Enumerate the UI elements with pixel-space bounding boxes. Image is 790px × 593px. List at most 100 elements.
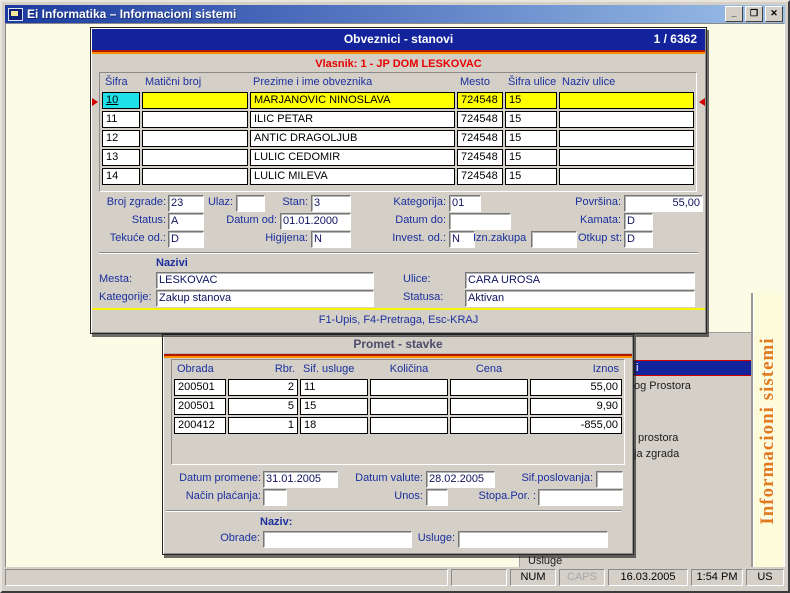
- tekuce-od-field[interactable]: D: [168, 231, 204, 248]
- obrade-field[interactable]: [263, 531, 412, 548]
- table-cell[interactable]: 11: [300, 379, 368, 396]
- minimize-icon[interactable]: _: [725, 6, 743, 22]
- table-cell[interactable]: 9,90: [530, 398, 622, 415]
- statusa-field[interactable]: Aktivan: [465, 290, 695, 307]
- table-row[interactable]: 200501211 55,00: [174, 379, 622, 396]
- datum-valute-field[interactable]: 28.02.2005: [426, 471, 495, 488]
- table-cell[interactable]: [370, 379, 448, 396]
- table-cell[interactable]: 15: [505, 92, 557, 109]
- table-cell[interactable]: 15: [505, 130, 557, 147]
- table-cell[interactable]: 11: [102, 111, 140, 128]
- table-cell[interactable]: 1: [228, 417, 298, 434]
- table-cell[interactable]: MARJANOVIC NINOSLAVA: [250, 92, 455, 109]
- table-row[interactable]: 12 ANTIC DRAGOLJUB72454815: [102, 130, 694, 147]
- table-cell[interactable]: [142, 92, 248, 109]
- column-header[interactable]: Obrada: [174, 362, 226, 377]
- table-cell[interactable]: 15: [505, 149, 557, 166]
- table-cell[interactable]: 55,00: [530, 379, 622, 396]
- table-cell[interactable]: [450, 417, 528, 434]
- column-header[interactable]: Šifra: [102, 75, 140, 90]
- datum-promene-field[interactable]: 31.01.2005: [263, 471, 338, 488]
- table-row[interactable]: 10 MARJANOVIC NINOSLAVA72454815: [102, 92, 694, 109]
- table-cell[interactable]: 724548: [457, 168, 503, 185]
- table-row[interactable]: 200501515 9,90: [174, 398, 622, 415]
- status-field[interactable]: A: [168, 213, 204, 230]
- kategorije-field[interactable]: Zakup stanova: [156, 290, 374, 307]
- stan-field[interactable]: 3: [311, 195, 351, 212]
- mesta-field[interactable]: LESKOVAC: [156, 272, 374, 289]
- sif-poslovanja-field[interactable]: [596, 471, 623, 488]
- table-row[interactable]: 200412118 -855,00: [174, 417, 622, 434]
- column-header[interactable]: Cena: [450, 362, 528, 377]
- column-header[interactable]: Mesto: [457, 75, 503, 90]
- close-icon[interactable]: ✕: [765, 6, 783, 22]
- obveznici-dialog-title[interactable]: Obveznici - stanovi 1 / 6362: [92, 29, 705, 50]
- table-cell[interactable]: ILIC PETAR: [250, 111, 455, 128]
- table-cell[interactable]: 12: [102, 130, 140, 147]
- column-header[interactable]: Naziv ulice: [559, 75, 694, 90]
- ulice-field[interactable]: CARA UROSA: [465, 272, 695, 289]
- column-header[interactable]: Količina: [370, 362, 448, 377]
- table-cell[interactable]: LULIC MILEVA: [250, 168, 455, 185]
- kamata-field[interactable]: D: [624, 213, 653, 230]
- table-cell[interactable]: 200412: [174, 417, 226, 434]
- column-header[interactable]: Matični broj: [142, 75, 248, 90]
- table-cell[interactable]: 10: [102, 92, 140, 109]
- table-cell[interactable]: [450, 398, 528, 415]
- column-header[interactable]: Sif. usluge: [300, 362, 368, 377]
- povrsina-field[interactable]: 55,00: [624, 195, 703, 212]
- table-cell[interactable]: [142, 130, 248, 147]
- table-cell[interactable]: 14: [102, 168, 140, 185]
- table-cell[interactable]: 200501: [174, 398, 226, 415]
- table-cell[interactable]: [559, 111, 694, 128]
- table-cell[interactable]: [142, 111, 248, 128]
- table-cell[interactable]: 18: [300, 417, 368, 434]
- datum-do-field[interactable]: [449, 213, 511, 230]
- maximize-icon[interactable]: ❐: [745, 6, 763, 22]
- table-cell[interactable]: [450, 379, 528, 396]
- promet-dialog-title[interactable]: Promet - stavke: [164, 336, 632, 354]
- invest-od-field[interactable]: N: [449, 231, 475, 248]
- usluge-field[interactable]: [458, 531, 608, 548]
- table-cell[interactable]: 724548: [457, 111, 503, 128]
- menu-selected-item[interactable]: i: [632, 360, 758, 376]
- ulaz-field[interactable]: [236, 195, 265, 212]
- table-cell[interactable]: [142, 149, 248, 166]
- column-header[interactable]: Iznos: [530, 362, 622, 377]
- table-cell[interactable]: [142, 168, 248, 185]
- broj-zgrade-field[interactable]: 23: [168, 195, 204, 212]
- table-row[interactable]: 13 LULIC CEDOMIR72454815: [102, 149, 694, 166]
- table-cell[interactable]: 15: [505, 168, 557, 185]
- table-cell[interactable]: 724548: [457, 130, 503, 147]
- table-cell[interactable]: [370, 417, 448, 434]
- stopa-por-field[interactable]: [538, 489, 623, 506]
- table-cell[interactable]: 13: [102, 149, 140, 166]
- izn-zakupa-field[interactable]: [531, 231, 577, 248]
- table-cell[interactable]: 200501: [174, 379, 226, 396]
- menu-item[interactable]: prostora: [638, 432, 678, 444]
- column-header[interactable]: Šifra ulice: [505, 75, 557, 90]
- table-cell[interactable]: 2: [228, 379, 298, 396]
- table-row[interactable]: 11 ILIC PETAR72454815: [102, 111, 694, 128]
- column-header[interactable]: Rbr.: [228, 362, 298, 377]
- table-cell[interactable]: -855,00: [530, 417, 622, 434]
- table-cell[interactable]: [559, 92, 694, 109]
- nacin-placanja-field[interactable]: [263, 489, 287, 506]
- kategorija-field[interactable]: 01: [449, 195, 481, 212]
- table-cell[interactable]: [370, 398, 448, 415]
- table-cell[interactable]: [559, 130, 694, 147]
- higijena-field[interactable]: N: [311, 231, 351, 248]
- unos-field[interactable]: [426, 489, 448, 506]
- table-cell[interactable]: 724548: [457, 92, 503, 109]
- column-header[interactable]: Prezime i ime obveznika: [250, 75, 455, 90]
- otkup-st-field[interactable]: D: [624, 231, 653, 248]
- table-cell[interactable]: 724548: [457, 149, 503, 166]
- table-cell[interactable]: 15: [505, 111, 557, 128]
- table-cell[interactable]: LULIC CEDOMIR: [250, 149, 455, 166]
- table-cell[interactable]: 15: [300, 398, 368, 415]
- menu-item[interactable]: ja zgrada: [634, 448, 679, 460]
- table-cell[interactable]: 5: [228, 398, 298, 415]
- table-row[interactable]: 14 LULIC MILEVA72454815: [102, 168, 694, 185]
- table-cell[interactable]: [559, 168, 694, 185]
- table-cell[interactable]: ANTIC DRAGOLJUB: [250, 130, 455, 147]
